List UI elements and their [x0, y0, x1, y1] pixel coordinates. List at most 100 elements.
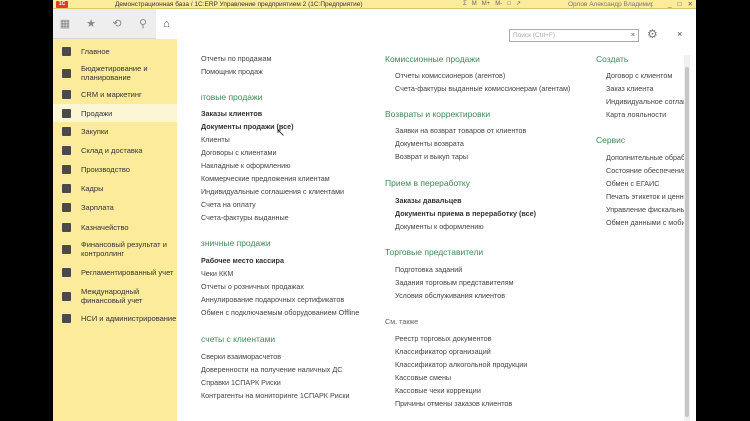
link-container-return[interactable]: Возврат и выкуп тары — [395, 152, 468, 162]
sidebar-item-international[interactable]: Международный финансовый учет — [53, 285, 177, 307]
link-return-requests[interactable]: Заявки на возврат товаров от клиентов — [395, 126, 526, 136]
section-retail: Розничные продажи — [201, 238, 271, 248]
link-tolling-orders[interactable]: Заказы давальцев — [395, 196, 462, 206]
link-customer-orders[interactable]: Заказы клиентов — [201, 109, 262, 119]
history-icon[interactable]: ⟲ — [111, 17, 123, 30]
link-client-agreements[interactable]: Индивидуальные соглашения с клиентами — [201, 187, 344, 197]
section-settlements: Расчеты с клиентами — [201, 334, 276, 344]
maximize-icon[interactable]: □ — [678, 0, 682, 9]
section-see-also: См. также — [385, 317, 419, 326]
link-trade-registry[interactable]: Реестр торговых документов — [395, 334, 491, 344]
link-sales-reports[interactable]: Отчеты по продажам — [201, 54, 271, 64]
settings-icon — [62, 314, 71, 323]
link-create-loyalty-card[interactable]: Карта лояльности — [606, 110, 666, 120]
link-certificate-cancellation[interactable]: Аннулирование подарочных сертификатов — [201, 295, 344, 305]
link-task-preparation[interactable]: Подготовка заданий — [395, 265, 462, 275]
link-commissioner-reports[interactable]: Отчеты комиссионеров (агентов) — [395, 71, 505, 81]
link-service-conditions[interactable]: Условия обслуживания клиентов — [395, 291, 505, 301]
section-commission: Комиссионные продажи — [385, 54, 480, 64]
treasury-icon — [62, 223, 71, 232]
sidebar-item-regulated[interactable]: Регламентированный учет — [53, 264, 177, 281]
sidebar-item-label: Зарплата — [81, 203, 114, 212]
favorites-icon[interactable]: ★ — [85, 17, 97, 30]
sidebar-item-treasury[interactable]: Казначейство — [53, 219, 177, 236]
sidebar-item-warehouse[interactable]: Склад и доставка — [53, 142, 177, 159]
link-cancellation-reasons[interactable]: Причины отмены заказов клиентов — [395, 399, 512, 409]
sidebar-item-hr[interactable]: Кадры — [53, 180, 177, 197]
menu-icon — [62, 47, 71, 56]
sidebar-item-sales[interactable]: Продажи — [53, 104, 177, 122]
link-fiscal-management[interactable]: Управление фискальным — [606, 205, 684, 215]
link-rep-tasks[interactable]: Задания торговым представителям — [395, 278, 514, 288]
memory-plus-icon[interactable]: M+ — [482, 0, 491, 9]
sidebar-item-production[interactable]: Производство — [53, 161, 177, 178]
sidebar-item-purchases[interactable]: Закупки — [53, 123, 177, 140]
sidebar-item-finance-result[interactable]: Финансовый результат и контроллинг — [53, 238, 177, 260]
link-create-agreement[interactable]: Индивидуальное соглашение — [606, 97, 684, 107]
link-retail-reports[interactable]: Отчеты о розничных продажах — [201, 282, 304, 292]
grid-icon[interactable]: ▦ — [59, 17, 71, 30]
section-service: Сервис — [596, 135, 626, 145]
clear-search-icon[interactable]: × — [631, 30, 635, 42]
link-issued-invoices[interactable]: Счета-фактуры выданные — [201, 213, 289, 223]
link-mobile-exchange[interactable]: Обмен данными с мобильным — [606, 218, 684, 228]
search-input[interactable]: Поиск (Ctrl+F) × — [509, 29, 639, 42]
link-client-contracts[interactable]: Договоры с клиентами — [201, 148, 276, 158]
link-alcohol-classifier[interactable]: Классификатор алкогольной продукции — [395, 360, 527, 370]
link-reconciliations[interactable]: Сверки взаиморасчетов — [201, 352, 281, 362]
people-icon — [62, 184, 71, 193]
link-return-documents[interactable]: Документы возврата — [395, 139, 464, 149]
link-documents-to-issue[interactable]: Документы к оформлению — [395, 222, 484, 232]
link-invoices-to-issue[interactable]: Накладные к оформлению — [201, 161, 290, 171]
link-create-order[interactable]: Заказ клиента — [606, 84, 653, 94]
window-icon[interactable]: □ — [507, 0, 511, 9]
home-icon[interactable]: ⌂ — [156, 9, 177, 39]
gear-icon[interactable]: ⚙ — [647, 27, 658, 41]
title-bar: 1С Демонстрационная база / 1С:ERP Управл… — [53, 0, 696, 9]
link-kkm-receipts[interactable]: Чеки ККМ — [201, 269, 233, 279]
link-egais-exchange[interactable]: Обмен с ЕГАИС — [606, 179, 659, 189]
link-commissioner-invoices[interactable]: Счета-фактуры выданные комиссионерам (аг… — [395, 84, 570, 94]
memory-minus-icon[interactable]: M- — [495, 0, 502, 9]
sidebar-item-label: Склад и доставка — [81, 146, 143, 155]
link-spark-reports[interactable]: Справки 1СПАРК Риски — [201, 378, 281, 388]
link-offline-exchange[interactable]: Обмен с подключаемым оборудованием Offli… — [201, 308, 359, 318]
column-sales: Отчеты по продажам Помощник продаж Оптов… — [201, 54, 381, 421]
app-window: 1С Демонстрационная база / 1С:ERP Управл… — [53, 0, 696, 421]
link-create-contract[interactable]: Договор с клиентом — [606, 71, 672, 81]
link-commercial-offers[interactable]: Коммерческие предложения клиентам — [201, 174, 330, 184]
link-additional-processing[interactable]: Дополнительные обработки — [606, 153, 684, 163]
chart-icon — [62, 244, 71, 254]
link-spark-monitoring[interactable]: Контрагенты на мониторинге 1СПАРК Риски — [201, 391, 350, 401]
sidebar-item-salary[interactable]: Зарплата — [53, 199, 177, 216]
current-user[interactable]: Орлов Александр Владимирович — [568, 0, 653, 9]
sidebar: Главное Бюджетирование и планирование CR… — [53, 39, 177, 421]
sidebar-item-admin[interactable]: НСИ и администрирование — [53, 310, 177, 327]
link-cash-powers-of-attorney[interactable]: Доверенности на получение наличных ДС — [201, 365, 342, 375]
close-window-icon[interactable]: ✕ — [688, 0, 693, 9]
sidebar-item-main[interactable]: Главное — [53, 43, 177, 60]
link-org-classifier[interactable]: Классификатор организаций — [395, 347, 491, 357]
minimize-icon[interactable]: _ — [668, 0, 672, 9]
sum-icon[interactable]: Σ — [463, 0, 467, 9]
link-cashier-workplace[interactable]: Рабочее место кассира — [201, 256, 284, 266]
link-supply-state[interactable]: Состояние обеспечения — [606, 166, 684, 176]
factory-icon — [62, 165, 71, 174]
link-cash-shifts[interactable]: Кассовые смены — [395, 373, 451, 383]
link-icon[interactable]: ↗ — [516, 0, 521, 9]
link-correction-receipts[interactable]: Кассовые чеки коррекции — [395, 386, 481, 396]
sidebar-item-crm[interactable]: CRM и маркетинг — [53, 86, 177, 103]
vertical-scrollbar[interactable] — [684, 55, 690, 421]
close-icon[interactable]: × — [677, 29, 682, 39]
memory-icon[interactable]: M — [472, 0, 477, 9]
scrollbar-thumb[interactable] — [685, 67, 689, 417]
link-label-printing[interactable]: Печать этикеток и ценников — [606, 192, 684, 202]
search-icon[interactable]: ⚲ — [137, 17, 149, 30]
crm-icon — [62, 90, 71, 99]
link-clients[interactable]: Клиенты — [201, 135, 230, 145]
link-payment-invoices[interactable]: Счета на оплату — [201, 200, 256, 210]
link-sales-assistant[interactable]: Помощник продаж — [201, 67, 263, 77]
wallet-icon — [62, 203, 71, 212]
link-processing-documents[interactable]: Документы приема в переработку (все) — [395, 209, 536, 219]
sidebar-item-budgeting[interactable]: Бюджетирование и планирование — [53, 62, 177, 84]
